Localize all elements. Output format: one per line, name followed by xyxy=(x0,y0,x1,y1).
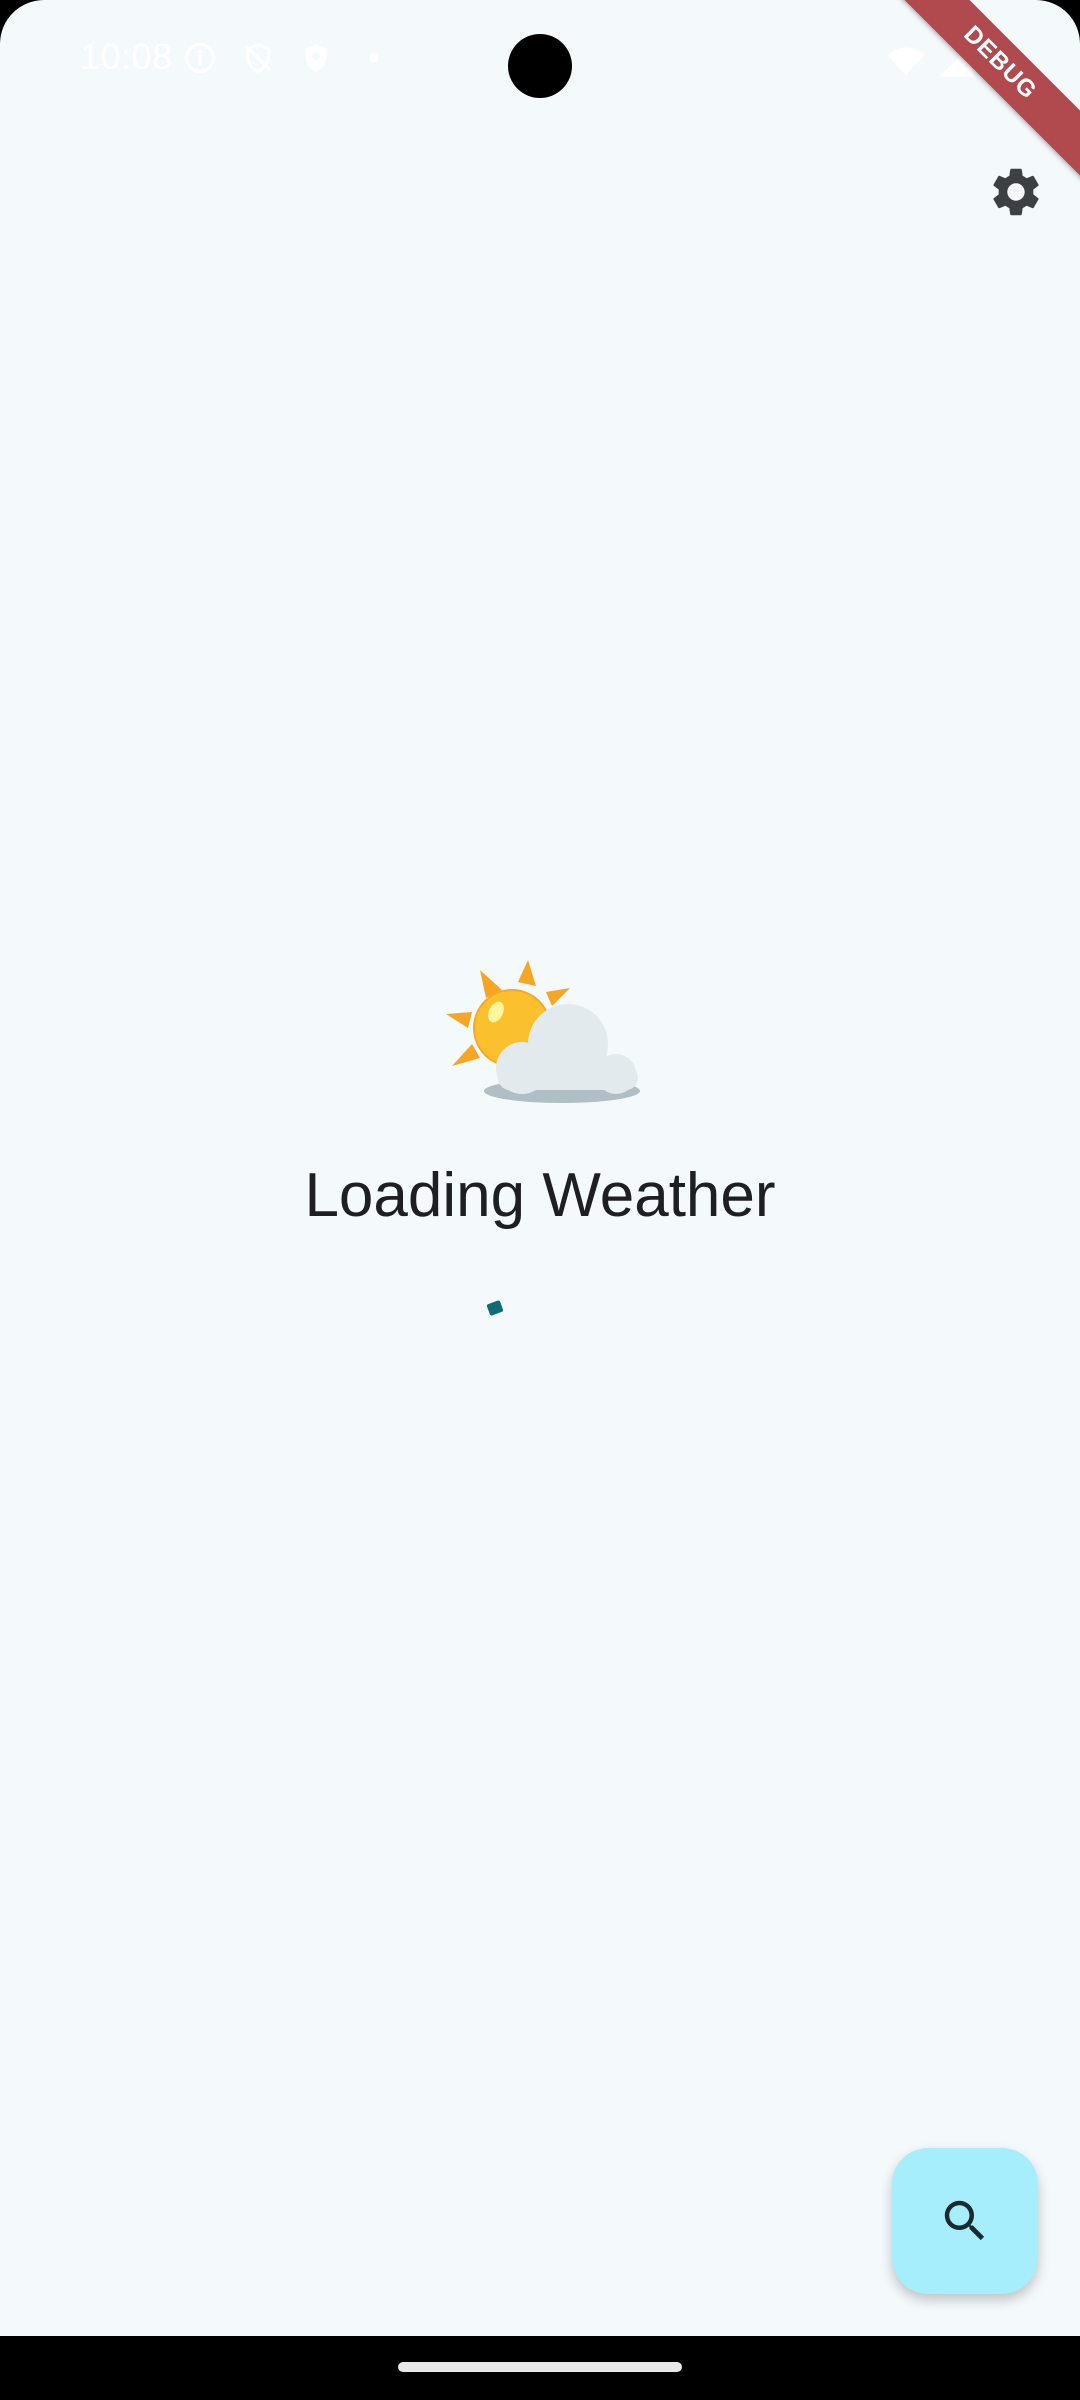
info-icon xyxy=(185,43,215,73)
gear-icon xyxy=(993,168,1039,216)
notification-dot-icon xyxy=(369,53,379,63)
loading-weather-text: Loading Weather xyxy=(304,1161,776,1230)
app-screen: 10:08 DEBUG Loading Weather xyxy=(0,0,1080,2336)
home-indicator[interactable] xyxy=(398,2362,682,2372)
status-time: 10:08 xyxy=(80,36,173,77)
wifi-icon xyxy=(887,47,925,75)
search-icon xyxy=(944,2200,985,2241)
navigation-bar xyxy=(0,2336,1080,2400)
loading-spinner xyxy=(486,1299,504,1317)
status-bar: 10:08 xyxy=(0,0,1080,120)
settings-button[interactable] xyxy=(980,156,1052,228)
sun-behind-cloud-icon xyxy=(446,960,640,1103)
search-button[interactable] xyxy=(892,2148,1038,2294)
camera-cutout xyxy=(508,34,572,98)
shield-off-icon xyxy=(244,42,272,74)
shield-icon xyxy=(305,44,327,72)
